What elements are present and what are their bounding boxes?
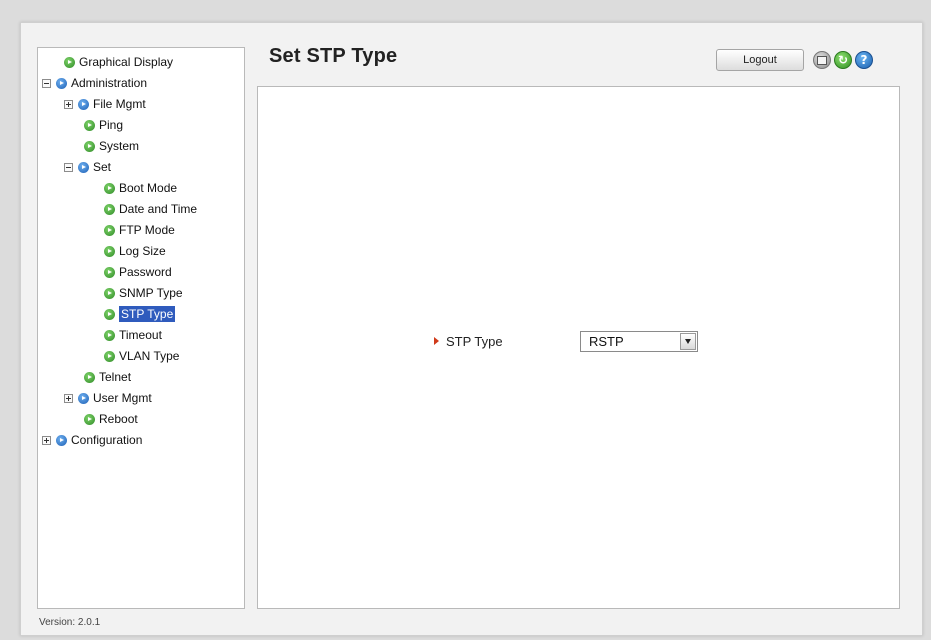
tree-item-file-mgmt[interactable]: File Mgmt bbox=[64, 94, 146, 114]
tree-item-label: Log Size bbox=[119, 244, 166, 258]
page-title: Set STP Type bbox=[269, 45, 398, 67]
tree-item-label: Reboot bbox=[99, 412, 138, 426]
arrow-bullet-icon bbox=[104, 182, 115, 194]
tree-item-boot-mode[interactable]: Boot Mode bbox=[104, 178, 177, 198]
save-icon[interactable] bbox=[813, 51, 831, 69]
arrow-bullet-icon bbox=[56, 434, 67, 446]
refresh-icon[interactable]: ↻ bbox=[834, 51, 852, 69]
stp-type-label: STP Type bbox=[446, 333, 503, 349]
content-panel: STP Type RSTP bbox=[257, 86, 900, 609]
arrow-bullet-icon bbox=[104, 308, 115, 320]
tree-item-stp-type[interactable]: STP Type bbox=[104, 304, 176, 324]
tree-item-label: Password bbox=[119, 265, 172, 279]
tree-item-administration[interactable]: Administration bbox=[42, 73, 147, 93]
arrow-bullet-icon bbox=[104, 287, 115, 299]
tree-item-label: FTP Mode bbox=[119, 223, 175, 237]
dropdown-arrow-icon[interactable] bbox=[680, 332, 696, 350]
collapse-icon[interactable] bbox=[42, 78, 51, 88]
expand-icon[interactable] bbox=[42, 435, 51, 445]
arrow-bullet-icon bbox=[64, 56, 75, 68]
tree-item-label: Administration bbox=[71, 76, 148, 90]
tree-item-label: User Mgmt bbox=[93, 391, 152, 405]
tree-item-snmp-type[interactable]: SNMP Type bbox=[104, 283, 183, 303]
expand-icon[interactable] bbox=[64, 99, 73, 109]
arrow-bullet-icon bbox=[84, 371, 95, 383]
stp-type-row: STP Type RSTP bbox=[434, 330, 698, 352]
tree-item-label: Ping bbox=[99, 118, 124, 132]
arrow-bullet-icon bbox=[84, 140, 95, 152]
tree-item-label: Configuration bbox=[71, 433, 143, 447]
tree-item-date-and-time[interactable]: Date and Time bbox=[104, 199, 197, 219]
tree-item-system[interactable]: System bbox=[84, 136, 139, 156]
tree-item-label: VLAN Type bbox=[119, 349, 180, 363]
collapse-icon[interactable] bbox=[64, 162, 73, 172]
arrow-bullet-icon bbox=[104, 350, 115, 362]
tree-item-ftp-mode[interactable]: FTP Mode bbox=[104, 220, 175, 240]
arrow-bullet-icon bbox=[78, 98, 89, 110]
arrow-bullet-icon bbox=[104, 266, 115, 278]
stp-type-selected-value: RSTP bbox=[589, 333, 624, 349]
arrow-bullet-icon bbox=[84, 119, 95, 131]
tree-item-reboot[interactable]: Reboot bbox=[84, 409, 138, 429]
navigation-tree: Graphical Display Administration File Mg… bbox=[37, 47, 245, 609]
tree-item-label: SNMP Type bbox=[119, 286, 183, 300]
tree-item-label: Date and Time bbox=[119, 202, 198, 216]
arrow-marker-icon bbox=[434, 337, 439, 345]
arrow-bullet-icon bbox=[104, 203, 115, 215]
tree-item-user-mgmt[interactable]: User Mgmt bbox=[64, 388, 152, 408]
tree-item-label: Boot Mode bbox=[119, 181, 178, 195]
stp-type-select[interactable]: RSTP bbox=[580, 330, 698, 352]
tree-item-label: Timeout bbox=[119, 328, 162, 342]
version-label: Version: 2.0.1 bbox=[39, 617, 101, 628]
tree-item-log-size[interactable]: Log Size bbox=[104, 241, 166, 261]
tree-item-label: File Mgmt bbox=[93, 97, 146, 111]
arrow-bullet-icon bbox=[56, 77, 67, 89]
tree-item-label: Telnet bbox=[99, 370, 132, 384]
tree-item-set[interactable]: Set bbox=[64, 157, 111, 177]
expand-icon[interactable] bbox=[64, 393, 73, 403]
tree-item-label: Set bbox=[93, 160, 112, 174]
arrow-bullet-icon bbox=[78, 161, 89, 173]
arrow-bullet-icon bbox=[78, 392, 89, 404]
arrow-bullet-icon bbox=[104, 245, 115, 257]
app-window: Graphical Display Administration File Mg… bbox=[20, 22, 923, 636]
tree-item-label: System bbox=[99, 139, 140, 153]
tree-item-telnet[interactable]: Telnet bbox=[84, 367, 131, 387]
arrow-bullet-icon bbox=[84, 413, 95, 425]
tree-item-label-selected: STP Type bbox=[119, 306, 176, 322]
tree-item-vlan-type[interactable]: VLAN Type bbox=[104, 346, 179, 366]
tree-item-timeout[interactable]: Timeout bbox=[104, 325, 162, 345]
tree-item-ping[interactable]: Ping bbox=[84, 115, 123, 135]
tree-item-configuration[interactable]: Configuration bbox=[42, 430, 142, 450]
arrow-bullet-icon bbox=[104, 224, 115, 236]
arrow-bullet-icon bbox=[104, 329, 115, 341]
tree-item-graphical-display[interactable]: Graphical Display bbox=[64, 52, 173, 72]
tree-item-label: Graphical Display bbox=[79, 55, 174, 69]
tree-item-password[interactable]: Password bbox=[104, 262, 172, 282]
logout-button[interactable]: Logout bbox=[716, 49, 804, 71]
help-icon[interactable]: ? bbox=[855, 51, 873, 69]
